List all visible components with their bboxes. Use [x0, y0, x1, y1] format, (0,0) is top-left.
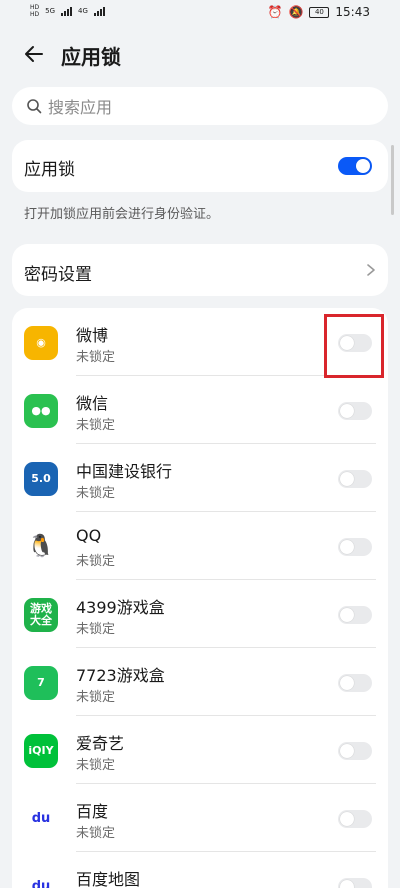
app-lock-toggle[interactable] [338, 606, 372, 624]
7723-icon: 7 [24, 666, 58, 700]
baidu-icon: du [24, 802, 58, 836]
app-row[interactable]: 5.0 中国建设银行未锁定 [12, 444, 388, 512]
toggle-knob [340, 880, 354, 888]
alarm-icon: ⏰ [267, 5, 283, 19]
toggle-knob [340, 472, 354, 486]
app-lock-toggle[interactable] [338, 810, 372, 828]
scrollbar[interactable] [391, 145, 394, 215]
app-name: 微信 [76, 394, 109, 413]
search-icon [27, 99, 42, 114]
toggle-knob [340, 812, 354, 826]
app-name: 4399游戏盒 [76, 598, 165, 617]
app-lock-status: 未锁定 [76, 554, 116, 569]
sim2-label: HD [30, 11, 40, 18]
app-lock-status: 未锁定 [76, 826, 116, 841]
toggle-knob [340, 404, 354, 418]
app-name: 中国建设银行 [76, 462, 173, 481]
battery-level: 40 [314, 7, 324, 16]
qq-icon: 🐧 [24, 530, 58, 564]
page-title: 应用锁 [61, 45, 121, 69]
toggle-knob [340, 744, 354, 758]
applock-toggle[interactable] [338, 157, 372, 175]
status-right: ⏰ 🔕 40 15:43 [268, 5, 371, 19]
signal-group: HD HD 5G 4G [30, 4, 105, 18]
signal-bars-1-icon [61, 6, 73, 16]
baidu-map-icon: du [24, 870, 58, 888]
iqiyi-icon: iQIY [24, 734, 58, 768]
toggle-knob [340, 676, 354, 690]
app-lock-toggle[interactable] [338, 402, 372, 420]
highlight-box [324, 314, 384, 378]
app-row[interactable]: ●● 微信未锁定 [12, 376, 388, 444]
search-bar[interactable] [12, 87, 388, 125]
password-settings-row[interactable]: 密码设置 [12, 244, 388, 296]
sim-labels: HD HD [30, 4, 39, 18]
toggle-knob [356, 159, 370, 173]
password-settings-label: 密码设置 [24, 265, 92, 285]
app-lock-toggle[interactable] [338, 674, 372, 692]
applock-label: 应用锁 [24, 160, 75, 180]
app-name: 百度地图 [76, 870, 141, 888]
battery-icon: 40 [309, 6, 330, 18]
app-lock-page: HD HD 5G 4G ⏰ 🔕 40 15:43 应用锁 应用锁 [0, 0, 400, 888]
app-name: 爱奇艺 [76, 734, 125, 753]
wechat-icon: ●● [24, 394, 58, 428]
app-row[interactable]: 游戏 大全 4399游戏盒未锁定 [12, 580, 388, 648]
app-lock-status: 未锁定 [76, 758, 116, 773]
clock: 15:43 [335, 5, 370, 19]
applock-hint: 打开加锁应用前会进行身份验证。 [24, 207, 220, 222]
ccb-icon: 5.0 [24, 462, 58, 496]
mute-icon: 🔕 [288, 5, 304, 19]
app-lock-status: 未锁定 [76, 690, 116, 705]
chevron-right-icon [367, 264, 375, 276]
app-lock-status: 未锁定 [76, 418, 116, 433]
app-lock-toggle[interactable] [338, 470, 372, 488]
app-row[interactable]: du 百度未锁定 [12, 784, 388, 852]
app-name: 7723游戏盒 [76, 666, 165, 685]
net1-label: 5G [45, 7, 56, 15]
app-row[interactable]: du 百度地图 [12, 852, 388, 888]
app-row[interactable]: 7 7723游戏盒未锁定 [12, 648, 388, 716]
toggle-knob [340, 608, 354, 622]
app-lock-toggle[interactable] [338, 538, 372, 556]
back-arrow-icon[interactable] [22, 42, 46, 66]
app-name: 微博 [76, 326, 109, 345]
app-row[interactable]: iQIY 爱奇艺未锁定 [12, 716, 388, 784]
app-lock-status: 未锁定 [76, 622, 116, 637]
apps-list: ◉ 微博 未锁定 ●● 微信 未锁定 5.0 中国建设银行 未锁定 🐧 QQ 未锁定 游戏 大全 4399… [12, 308, 388, 888]
net2-label: 4G [78, 7, 88, 15]
weibo-icon: ◉ [24, 326, 58, 360]
app-name: 百度 [76, 802, 109, 821]
sim1-label: HD [30, 4, 40, 11]
header: 应用锁 [0, 30, 400, 80]
toggle-knob [340, 540, 354, 554]
app-lock-status: 未锁定 [76, 350, 116, 365]
search-input[interactable] [46, 93, 370, 121]
signal-bars-2-icon [93, 6, 105, 16]
app-lock-toggle[interactable] [338, 742, 372, 760]
app-lock-toggle[interactable] [338, 878, 372, 888]
4399-icon: 游戏 大全 [24, 598, 58, 632]
app-row[interactable]: 🐧 QQ 未锁定 [12, 512, 388, 580]
app-lock-status: 未锁定 [76, 486, 116, 501]
applock-card: 应用锁 [12, 140, 388, 192]
app-name: QQ [76, 526, 102, 545]
status-bar: HD HD 5G 4G ⏰ 🔕 40 15:43 [0, 0, 400, 28]
